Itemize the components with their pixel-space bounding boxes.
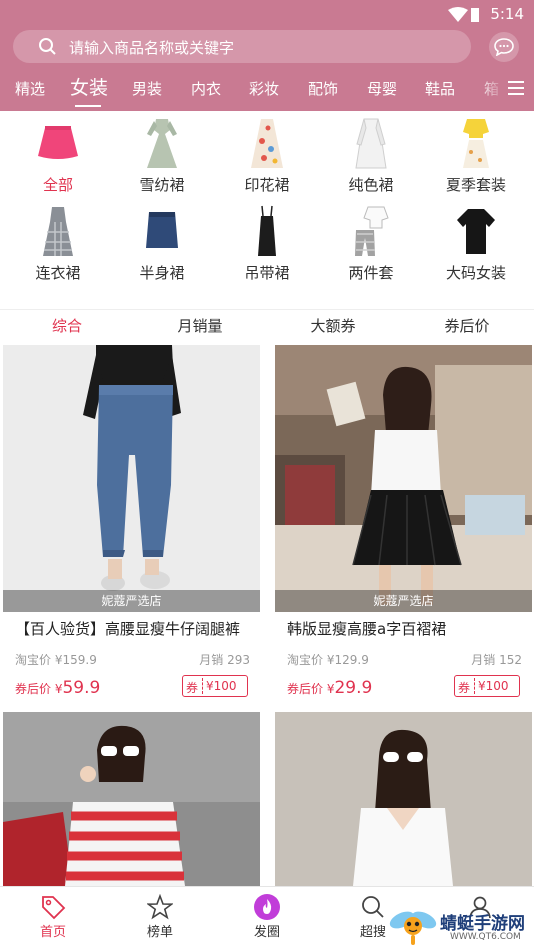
site-watermark: 蜻蜓手游网 WWW.QT6.COM: [386, 906, 532, 946]
product-card[interactable]: [3, 712, 260, 886]
black-tee-icon: [449, 204, 503, 260]
tabs-fade: [476, 65, 506, 111]
message-button[interactable]: [489, 32, 519, 62]
denim-skirt-icon: [135, 204, 189, 260]
nav-home[interactable]: 首页: [23, 891, 83, 940]
star-icon: [146, 893, 174, 920]
top-bar: 请输入商品名称或关键字: [0, 28, 534, 65]
search-icon: [362, 896, 384, 918]
subcategory-dress[interactable]: 连衣裙: [3, 204, 113, 283]
tab-women[interactable]: 女装: [70, 73, 108, 100]
monthly-sales: 月销 152: [471, 653, 522, 667]
taobao-price: 淘宝价 ¥159.9: [15, 653, 97, 667]
wifi-icon: [448, 7, 468, 22]
subcategory-print-dress[interactable]: 印花裙: [212, 116, 322, 195]
shop-name: 妮蔻严选店: [275, 590, 532, 612]
subcategory-chiffon-dress[interactable]: 雪纺裙: [107, 116, 217, 195]
nav-moments[interactable]: 发圈: [237, 891, 297, 940]
tab-baby[interactable]: 母婴: [367, 78, 397, 99]
product-card[interactable]: [275, 712, 532, 886]
monthly-sales: 月销 293: [199, 653, 250, 667]
slip-dress-icon: [240, 204, 294, 260]
tab-men[interactable]: 男装: [132, 78, 162, 99]
subcategory-two-piece[interactable]: 两件套: [316, 204, 426, 283]
tab-underwear[interactable]: 内衣: [191, 78, 221, 99]
tab-featured[interactable]: 精选: [15, 78, 45, 99]
flame-icon: [254, 894, 280, 920]
summer-set-icon: [449, 116, 503, 172]
tab-accessories[interactable]: 配饰: [308, 78, 338, 99]
search-placeholder: 请输入商品名称或关键字: [69, 39, 235, 57]
coupon-badge[interactable]: 券 ¥100: [454, 675, 520, 697]
status-bar: 5:14: [0, 0, 534, 28]
print-dress-icon: [240, 116, 294, 172]
coupon-badge[interactable]: 券 ¥100: [182, 675, 248, 697]
two-piece-icon: [344, 204, 398, 260]
product-title: 韩版显瘦高腰a字百褶裙: [287, 620, 447, 638]
active-tab-indicator: [75, 105, 101, 107]
menu-icon[interactable]: [508, 81, 524, 95]
white-dress-icon: [344, 116, 398, 172]
subcategory-all[interactable]: 全部: [3, 116, 113, 195]
battery-icon: [471, 8, 479, 22]
chat-bubble-icon: [494, 38, 514, 56]
status-time: 5:14: [490, 5, 524, 23]
product-title: 【百人验货】高腰显瘦牛仔阔腿裤: [15, 620, 241, 638]
plaid-dress-icon: [31, 204, 85, 260]
floral-dress-icon: [135, 116, 189, 172]
tag-icon: [42, 896, 66, 920]
sort-monthly-sales[interactable]: 月销量: [140, 315, 260, 336]
sort-after-coupon-price[interactable]: 券后价: [407, 315, 527, 336]
subcategory-slip-dress[interactable]: 吊带裙: [212, 204, 322, 283]
subcategory-summer-set[interactable]: 夏季套装: [421, 116, 531, 195]
search-icon: [39, 38, 56, 55]
subcategory-solid-dress[interactable]: 纯色裙: [316, 116, 426, 195]
subcategory-plus-size[interactable]: 大码女装: [421, 204, 531, 283]
after-coupon-price: 券后价 ¥59.9: [15, 678, 101, 698]
product-image: 妮蔻严选店: [3, 345, 260, 612]
tab-makeup[interactable]: 彩妆: [249, 78, 279, 99]
after-coupon-price: 券后价 ¥29.9: [287, 678, 373, 698]
category-tabs: 精选 女装 男装 内衣 彩妆 配饰 母婴 鞋品 箱: [0, 65, 534, 111]
dragonfly-logo-icon: [389, 911, 437, 945]
tab-shoes[interactable]: 鞋品: [425, 78, 455, 99]
taobao-price: 淘宝价 ¥129.9: [287, 653, 369, 667]
skirt-pink-icon: [31, 116, 85, 172]
sort-big-coupon[interactable]: 大额券: [273, 315, 393, 336]
product-image: [275, 712, 532, 886]
nav-ranking[interactable]: 榜单: [130, 891, 190, 940]
product-card[interactable]: 妮蔻严选店 【百人验货】高腰显瘦牛仔阔腿裤 淘宝价 ¥159.9 月销 293 …: [3, 345, 260, 703]
product-image: 妮蔻严选店: [275, 345, 532, 612]
shop-name: 妮蔻严选店: [3, 590, 260, 612]
sort-comprehensive[interactable]: 综合: [7, 315, 127, 336]
search-input[interactable]: 请输入商品名称或关键字: [13, 30, 471, 63]
sort-bar: 综合 月销量 大额券 券后价: [0, 309, 534, 343]
product-image: [3, 712, 260, 886]
product-card[interactable]: 妮蔻严选店 韩版显瘦高腰a字百褶裙 淘宝价 ¥129.9 月销 152 券后价 …: [275, 345, 532, 703]
subcategory-half-skirt[interactable]: 半身裙: [107, 204, 217, 283]
